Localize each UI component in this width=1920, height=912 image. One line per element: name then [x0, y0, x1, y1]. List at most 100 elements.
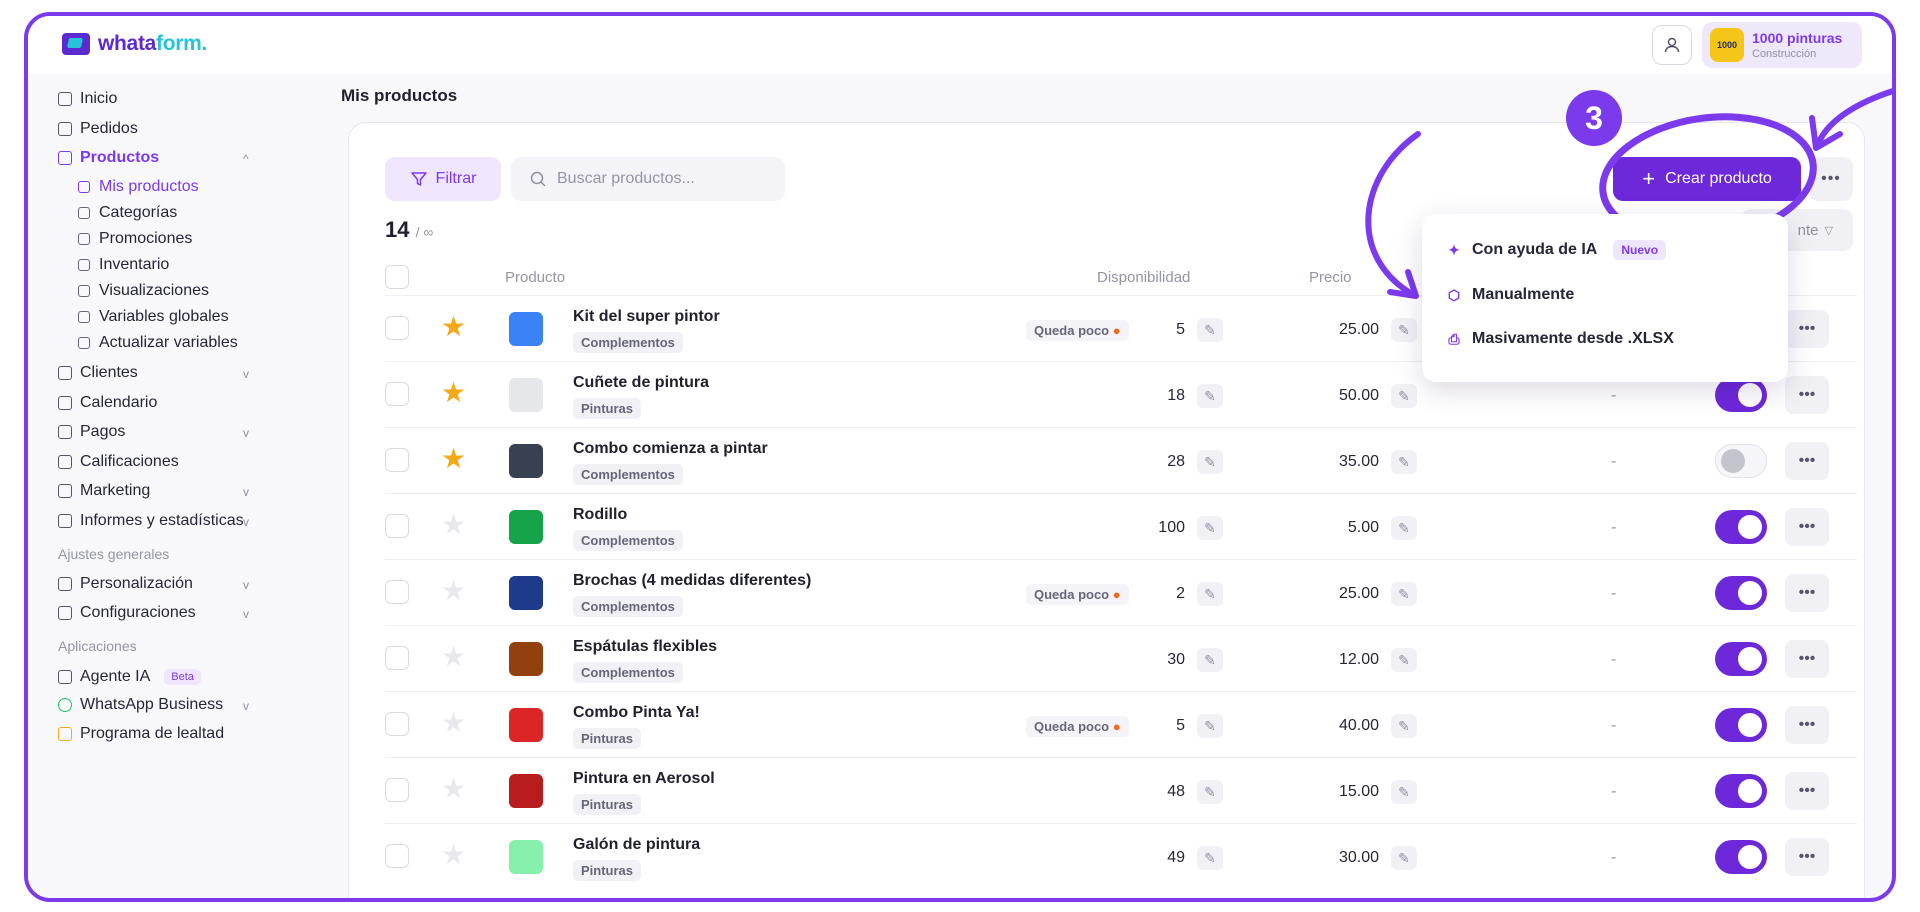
sidebar-item-pedidos[interactable]: Pedidos — [58, 120, 138, 138]
edit-stock-pencil-icon[interactable]: ✎ — [1197, 582, 1223, 606]
menu-item-xlsx[interactable]: ⎙ Masivamente desde .XLSX — [1446, 330, 1673, 348]
sidebar-subitem-categorias[interactable]: Categorías — [78, 204, 177, 222]
star-icon[interactable]: ★ — [441, 774, 466, 804]
table-row[interactable]: ★ Brochas (4 medidas diferentes) Complemen… — [385, 559, 1857, 625]
sidebar-subitem-promociones[interactable]: Promociones — [78, 230, 192, 248]
edit-stock-pencil-icon[interactable]: ✎ — [1197, 384, 1223, 408]
chevron-down-icon[interactable]: v — [243, 485, 249, 499]
star-icon[interactable]: ★ — [441, 510, 466, 540]
sidebar-item-lealtad[interactable]: Programa de lealtad — [58, 725, 224, 743]
table-row[interactable]: ★ Combo comienza a pintar Complementos 28 ✎ 3… — [385, 427, 1857, 493]
chevron-down-icon[interactable]: v — [243, 699, 249, 713]
product-name[interactable]: Cuñete de pintura — [573, 374, 709, 392]
chevron-down-icon[interactable]: v — [243, 607, 249, 621]
edit-price-pencil-icon[interactable]: ✎ — [1391, 846, 1417, 870]
edit-stock-pencil-icon[interactable]: ✎ — [1197, 516, 1223, 540]
visibility-toggle[interactable] — [1715, 642, 1767, 676]
sidebar-subitem-inventario[interactable]: Inventario — [78, 256, 169, 274]
product-name[interactable]: Kit del super pintor — [573, 308, 720, 326]
star-icon[interactable]: ★ — [441, 840, 466, 870]
edit-price-pencil-icon[interactable]: ✎ — [1391, 384, 1417, 408]
edit-price-pencil-icon[interactable]: ✎ — [1391, 714, 1417, 738]
edit-price-pencil-icon[interactable]: ✎ — [1391, 780, 1417, 804]
edit-stock-pencil-icon[interactable]: ✎ — [1197, 714, 1223, 738]
brand-logo[interactable]: whataform. — [62, 32, 207, 56]
star-icon[interactable]: ★ — [441, 444, 466, 474]
row-more-button[interactable]: ••• — [1785, 838, 1829, 876]
product-name[interactable]: Espátulas flexibles — [573, 638, 717, 656]
sidebar-item-configuraciones[interactable]: Configuraciones — [58, 604, 196, 622]
row-more-button[interactable]: ••• — [1785, 772, 1829, 810]
row-more-button[interactable]: ••• — [1785, 442, 1829, 480]
row-checkbox[interactable] — [385, 448, 409, 472]
filter-button[interactable]: Filtrar — [385, 157, 501, 201]
star-icon[interactable]: ★ — [441, 378, 466, 408]
edit-stock-pencil-icon[interactable]: ✎ — [1197, 780, 1223, 804]
row-more-button[interactable]: ••• — [1785, 310, 1829, 348]
visibility-toggle[interactable] — [1715, 708, 1767, 742]
chevron-down-icon[interactable]: v — [243, 426, 249, 440]
row-checkbox[interactable] — [385, 316, 409, 340]
sidebar-subitem-variables-globales[interactable]: Variables globales — [78, 308, 229, 326]
sidebar-item-inicio[interactable]: Inicio — [58, 90, 117, 108]
sidebar-item-marketing[interactable]: Marketing — [58, 482, 150, 500]
select-all-checkbox[interactable] — [385, 265, 409, 289]
sidebar-item-agente-ia[interactable]: Agente IA Beta — [58, 668, 201, 686]
sidebar-item-whatsapp[interactable]: WhatsApp Business — [58, 696, 223, 714]
menu-item-ai[interactable]: ✦ Con ayuda de IA Nuevo — [1446, 240, 1667, 260]
edit-price-pencil-icon[interactable]: ✎ — [1391, 450, 1417, 474]
visibility-toggle[interactable] — [1715, 840, 1767, 874]
sidebar-item-informes[interactable]: Informes y estadísticas — [58, 512, 244, 530]
table-row[interactable]: ★ Rodillo Complementos 100 ✎ 5.00 ✎ - ••• — [385, 493, 1857, 559]
product-name[interactable]: Galón de pintura — [573, 836, 700, 854]
edit-price-pencil-icon[interactable]: ✎ — [1391, 318, 1417, 342]
store-switcher[interactable]: 1000 1000 pinturas Construcción — [1702, 22, 1862, 68]
row-more-button[interactable]: ••• — [1785, 574, 1829, 612]
visibility-toggle[interactable] — [1715, 378, 1767, 412]
sidebar-item-productos[interactable]: Productos — [58, 149, 159, 167]
table-row[interactable]: ★ Combo Pinta Ya! Pinturas Queda poco ● 5 ✎ 40… — [385, 691, 1857, 757]
row-more-button[interactable]: ••• — [1785, 640, 1829, 678]
product-name[interactable]: Brochas (4 medidas diferentes) — [573, 572, 811, 590]
edit-price-pencil-icon[interactable]: ✎ — [1391, 648, 1417, 672]
star-icon[interactable]: ★ — [441, 312, 466, 342]
table-row[interactable]: ★ Espátulas flexibles Complementos 30 ✎ 12.00… — [385, 625, 1857, 691]
user-account-button[interactable] — [1652, 25, 1692, 65]
row-checkbox[interactable] — [385, 382, 409, 406]
row-checkbox[interactable] — [385, 712, 409, 736]
edit-stock-pencil-icon[interactable]: ✎ — [1197, 318, 1223, 342]
chevron-down-icon[interactable]: v — [243, 578, 249, 592]
table-row[interactable]: ★ Pintura en Aerosol Pinturas 48 ✎ 15.00 ✎ - ••• — [385, 757, 1857, 823]
visibility-toggle[interactable] — [1715, 576, 1767, 610]
more-options-button[interactable]: ••• — [1809, 157, 1853, 201]
row-more-button[interactable]: ••• — [1785, 376, 1829, 414]
row-checkbox[interactable] — [385, 778, 409, 802]
sidebar-item-pagos[interactable]: Pagos — [58, 423, 125, 441]
edit-stock-pencil-icon[interactable]: ✎ — [1197, 648, 1223, 672]
sidebar-subitem-visualizaciones[interactable]: Visualizaciones — [78, 282, 209, 300]
visibility-toggle[interactable] — [1715, 444, 1767, 478]
sidebar-subitem-actualizar-variables[interactable]: Actualizar variables — [78, 334, 238, 352]
product-name[interactable]: Combo Pinta Ya! — [573, 704, 700, 722]
sidebar-item-calificaciones[interactable]: Calificaciones — [58, 453, 179, 471]
edit-price-pencil-icon[interactable]: ✎ — [1391, 582, 1417, 606]
table-row[interactable]: ★ Galón de pintura Pinturas 49 ✎ 30.00 ✎ - ••• — [385, 823, 1857, 889]
sidebar-item-personalizacion[interactable]: Personalización — [58, 575, 193, 593]
search-input[interactable] — [557, 170, 757, 188]
sidebar-subitem-mis-productos[interactable]: Mis productos — [78, 178, 199, 196]
chevron-down-icon[interactable]: v — [243, 367, 249, 381]
edit-stock-pencil-icon[interactable]: ✎ — [1197, 846, 1223, 870]
sidebar-item-clientes[interactable]: Clientes — [58, 364, 138, 382]
product-name[interactable]: Pintura en Aerosol — [573, 770, 715, 788]
row-checkbox[interactable] — [385, 514, 409, 538]
edit-stock-pencil-icon[interactable]: ✎ — [1197, 450, 1223, 474]
row-checkbox[interactable] — [385, 844, 409, 868]
star-icon[interactable]: ★ — [441, 642, 466, 672]
star-icon[interactable]: ★ — [441, 708, 466, 738]
chevron-down-icon[interactable]: v — [243, 515, 249, 529]
visibility-toggle[interactable] — [1715, 774, 1767, 808]
row-checkbox[interactable] — [385, 580, 409, 604]
row-more-button[interactable]: ••• — [1785, 508, 1829, 546]
row-checkbox[interactable] — [385, 646, 409, 670]
star-icon[interactable]: ★ — [441, 576, 466, 606]
